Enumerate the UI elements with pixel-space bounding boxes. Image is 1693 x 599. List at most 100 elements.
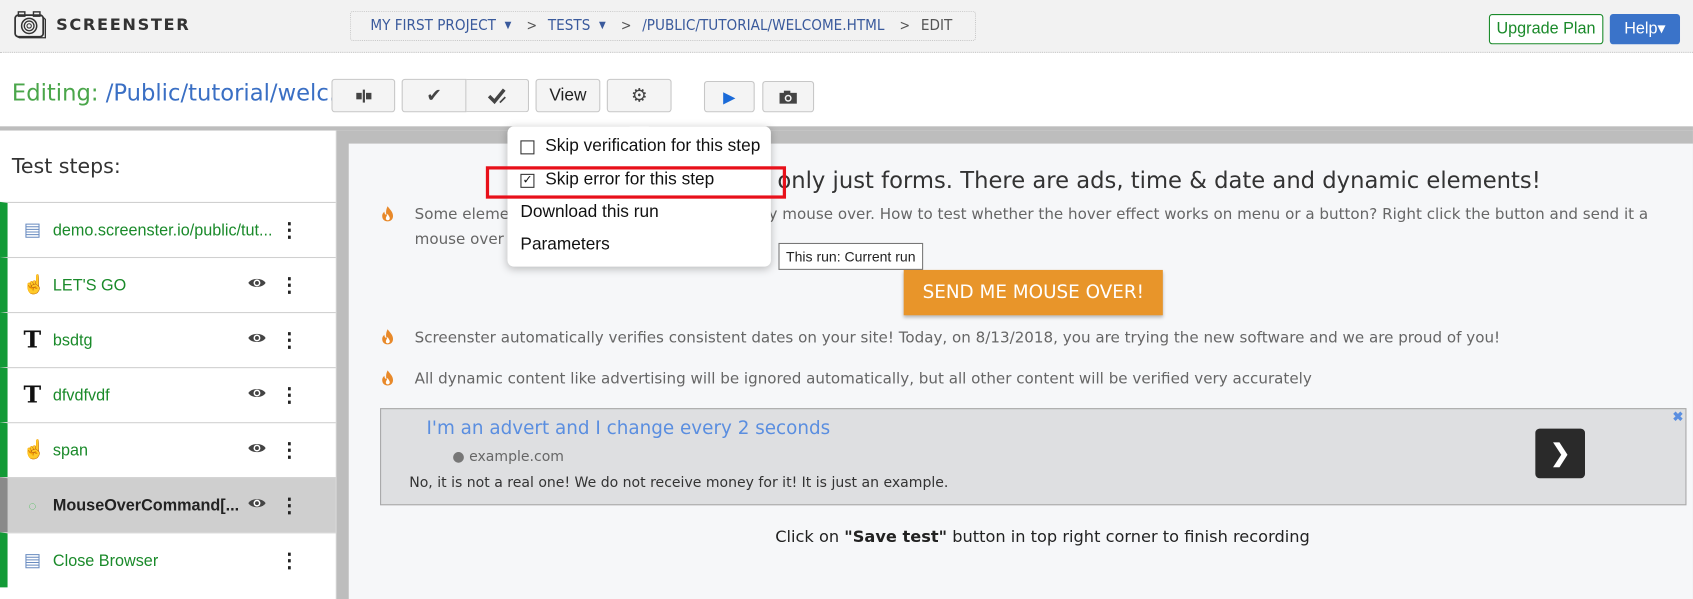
top-bar: SCREENSTER MY FIRST PROJECT ▼ > TESTS ▼ …	[0, 0, 1693, 53]
breadcrumb-separator: >	[620, 17, 632, 35]
test-step-label: span	[52, 441, 89, 460]
test-steps-title: Test steps:	[11, 154, 121, 179]
screenshot-button[interactable]	[762, 80, 815, 113]
kebab-menu-icon[interactable]: ⋮	[280, 494, 299, 517]
eye-icon[interactable]	[247, 496, 266, 515]
kebab-menu-icon[interactable]: ⋮	[280, 274, 299, 297]
browser-icon: ▤	[23, 219, 42, 240]
camera-logo-icon	[14, 11, 46, 39]
kebab-menu-icon[interactable]: ⋮	[280, 549, 299, 572]
save-note-bold: "Save test"	[844, 526, 948, 547]
test-step-item[interactable]: ▤ Close Browser ⋮	[0, 532, 336, 588]
menu-arrow	[629, 112, 649, 127]
checkbox-checked[interactable]: ✓	[520, 173, 535, 188]
test-step-item[interactable]: Tbsdtg ⋮	[0, 312, 336, 368]
menu-item-label: Skip verification for this step	[545, 137, 761, 156]
globe-icon: ●	[452, 449, 465, 466]
eye-icon[interactable]	[247, 330, 266, 349]
view-button[interactable]: View	[535, 78, 601, 113]
breadcrumb-separator: >	[526, 17, 538, 35]
flame-icon	[380, 369, 395, 391]
split-icon	[355, 89, 371, 103]
test-step-item[interactable]: ☝ LET'S GO ⋮	[0, 256, 336, 313]
kebab-menu-icon[interactable]: ⋮	[280, 439, 299, 462]
test-step-item[interactable]: Tdfvdfvdf ⋮	[0, 367, 336, 423]
verify-all-button[interactable]	[466, 78, 530, 113]
menu-item-label: Skip error for this step	[545, 170, 715, 189]
logo-text: SCREENSTER	[56, 15, 191, 35]
run-tooltip: This run: Current run	[778, 242, 924, 270]
play-icon: ▶	[723, 87, 736, 107]
eye-icon[interactable]	[247, 441, 266, 460]
upgrade-plan-button[interactable]: Upgrade Plan	[1488, 14, 1604, 45]
breadcrumb-mode: EDIT	[920, 17, 953, 35]
check-icon: ✔	[426, 84, 442, 106]
advert-box: I'm an advert and I change every 2 secon…	[380, 408, 1687, 506]
test-step-label: demo.screenster.io/public/tut...	[52, 220, 273, 240]
test-step-item[interactable]: ☝ span ⋮	[0, 422, 336, 478]
breadcrumb-separator: >	[899, 17, 911, 35]
editing-label: Editing:	[11, 79, 99, 106]
test-step-label: MouseOverCommand[...	[52, 496, 240, 515]
pointer-icon: ☝	[22, 439, 46, 460]
camera-icon	[779, 90, 797, 104]
text-icon: T	[23, 381, 42, 410]
save-note-pre: Click on	[775, 526, 845, 547]
test-step-label: Close Browser	[52, 551, 159, 570]
logo[interactable]: SCREENSTER	[13, 9, 190, 41]
test-steps-sidebar: Test steps: ▤ demo.screenster.io/public/t…	[0, 130, 337, 599]
page-heading: only just forms. There are ads, time & d…	[777, 167, 1541, 194]
checkbox-unchecked[interactable]	[520, 139, 535, 154]
flame-icon	[380, 328, 395, 350]
settings-menu: Skip verification for this step ✓ Skip e…	[507, 126, 771, 267]
breadcrumb-project[interactable]: MY FIRST PROJECT	[370, 17, 496, 34]
advert-site-text: example.com	[469, 449, 564, 466]
dynamic-content-paragraph: All dynamic content like advertising wil…	[414, 370, 1312, 388]
play-button[interactable]: ▶	[703, 80, 755, 113]
editing-path[interactable]: /Public/tutorial/welc...	[106, 80, 351, 106]
kebab-menu-icon[interactable]: ⋮	[280, 384, 299, 407]
caret-down-icon[interactable]: ▼	[599, 21, 606, 32]
test-step-label: LET'S GO	[52, 275, 127, 295]
advert-description: No, it is not a real one! We do not rece…	[409, 475, 949, 492]
test-steps-list: ▤ demo.screenster.io/public/tut... ⋮ ☝ LET'S…	[0, 201, 336, 588]
dates-paragraph: Screenster automatically verifies consis…	[414, 329, 1501, 347]
app-window: SCREENSTER MY FIRST PROJECT ▼ > TESTS ▼ …	[0, 0, 1693, 599]
verify-button[interactable]: ✔	[401, 78, 467, 113]
mouseover-icon: ◌	[28, 497, 37, 514]
test-step-item[interactable]: ◌ MouseOverCommand[... ⋮	[0, 477, 336, 533]
save-test-note: Click on "Save test" button in top right…	[775, 527, 1310, 546]
send-mouse-over-button[interactable]: SEND ME MOUSE OVER!	[903, 269, 1163, 316]
test-step-label: bsdtg	[52, 330, 93, 350]
split-button[interactable]	[331, 78, 396, 113]
caret-down-icon[interactable]: ▼	[505, 21, 512, 32]
menu-item-parameters[interactable]: Parameters	[520, 235, 609, 254]
test-step-item[interactable]: ▤ demo.screenster.io/public/tut... ⋮	[0, 201, 336, 257]
gear-icon: ⚙	[630, 84, 648, 106]
editing-title: Editing: /Public/tutorial/welc...	[12, 80, 351, 106]
flame-icon	[380, 205, 395, 227]
help-dropdown-button[interactable]: Help▾	[1609, 14, 1681, 45]
eye-icon[interactable]	[247, 275, 266, 294]
menu-item-download-run[interactable]: Download this run	[520, 203, 658, 222]
menu-item-skip-verification[interactable]: Skip verification for this step	[520, 137, 760, 156]
advert-next-button[interactable]: ❯	[1535, 428, 1585, 479]
breadcrumb-tests[interactable]: TESTS	[548, 17, 590, 34]
browser-icon: ▤	[23, 549, 42, 571]
settings-button[interactable]: ⚙	[606, 78, 672, 113]
kebab-menu-icon[interactable]: ⋮	[280, 219, 299, 242]
advert-close-icon[interactable]: ✖	[1672, 409, 1683, 424]
menu-item-skip-error[interactable]: ✓ Skip error for this step	[520, 171, 714, 190]
check-all-icon	[487, 87, 506, 104]
text-icon: T	[23, 326, 42, 355]
breadcrumb: MY FIRST PROJECT ▼ > TESTS ▼ > /PUBLIC/T…	[349, 10, 977, 42]
test-step-label: dfvdfvdf	[52, 385, 110, 405]
kebab-menu-icon[interactable]: ⋮	[280, 329, 299, 352]
breadcrumb-file[interactable]: /PUBLIC/TUTORIAL/WELCOME.HTML	[642, 17, 884, 34]
mouseover-paragraph-line2: mouse over e	[414, 231, 518, 249]
advert-site: ● example.com	[452, 449, 564, 465]
advert-title[interactable]: I'm an advert and I change every 2 secon…	[426, 418, 830, 440]
eye-icon[interactable]	[247, 385, 266, 404]
save-note-post: button in top right corner to finish rec…	[947, 526, 1310, 547]
pointer-icon: ☝	[22, 274, 46, 295]
